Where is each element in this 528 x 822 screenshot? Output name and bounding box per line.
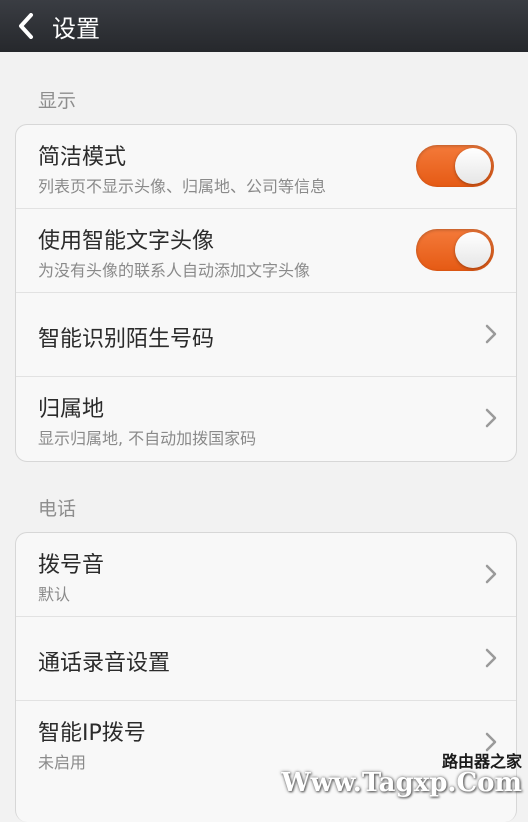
setting-title: 使用智能文字头像 (38, 229, 215, 254)
setting-title: 通话录音设置 (38, 651, 171, 676)
toggle-knob (455, 232, 491, 268)
setting-subtitle: 显示归属地, 不自动加拨国家码 (38, 429, 257, 448)
display-settings-card: 简洁模式 列表页不显示头像、归属地、公司等信息 使用智能文字头像 为没有头像的联… (15, 124, 517, 462)
setting-dial-tone[interactable]: 拨号音 默认 (16, 533, 516, 617)
back-button[interactable] (6, 0, 46, 52)
setting-subtitle: 未启用 (38, 753, 87, 772)
chevron-right-icon (485, 324, 497, 344)
section-label-display: 显示 (38, 90, 77, 112)
chevron-right-icon (485, 564, 497, 584)
setting-subtitle: 默认 (38, 585, 71, 604)
setting-title: 智能识别陌生号码 (38, 327, 215, 352)
setting-title: 智能IP拨号 (38, 721, 146, 746)
chevron-right-icon (485, 408, 497, 428)
page-title: 设置 (52, 14, 100, 43)
setting-smart-text-avatar[interactable]: 使用智能文字头像 为没有头像的联系人自动添加文字头像 (16, 209, 516, 293)
setting-call-recording[interactable]: 通话录音设置 (16, 617, 516, 701)
section-label-phone: 电话 (38, 498, 77, 520)
title-bar: 设置 (0, 0, 528, 52)
setting-title: 拨号音 (38, 553, 105, 578)
watermark-url: Www.Tagxp.Com (281, 768, 522, 798)
setting-title: 归属地 (38, 397, 105, 422)
setting-simple-mode[interactable]: 简洁模式 列表页不显示头像、归属地、公司等信息 (16, 125, 516, 209)
chevron-right-icon (485, 732, 497, 752)
setting-location[interactable]: 归属地 显示归属地, 不自动加拨国家码 (16, 377, 516, 461)
setting-subtitle: 为没有头像的联系人自动添加文字头像 (38, 261, 311, 280)
back-arrow-icon (19, 13, 33, 39)
setting-title: 简洁模式 (38, 145, 127, 170)
watermark: 路由器之家 Www.Tagxp.Com (281, 754, 522, 798)
chevron-right-icon (485, 648, 497, 668)
simple-mode-toggle[interactable] (416, 145, 494, 187)
smart-text-avatar-toggle[interactable] (416, 229, 494, 271)
setting-identify-unknown-numbers[interactable]: 智能识别陌生号码 (16, 293, 516, 377)
setting-subtitle: 列表页不显示头像、归属地、公司等信息 (38, 177, 327, 196)
toggle-knob (455, 148, 491, 184)
